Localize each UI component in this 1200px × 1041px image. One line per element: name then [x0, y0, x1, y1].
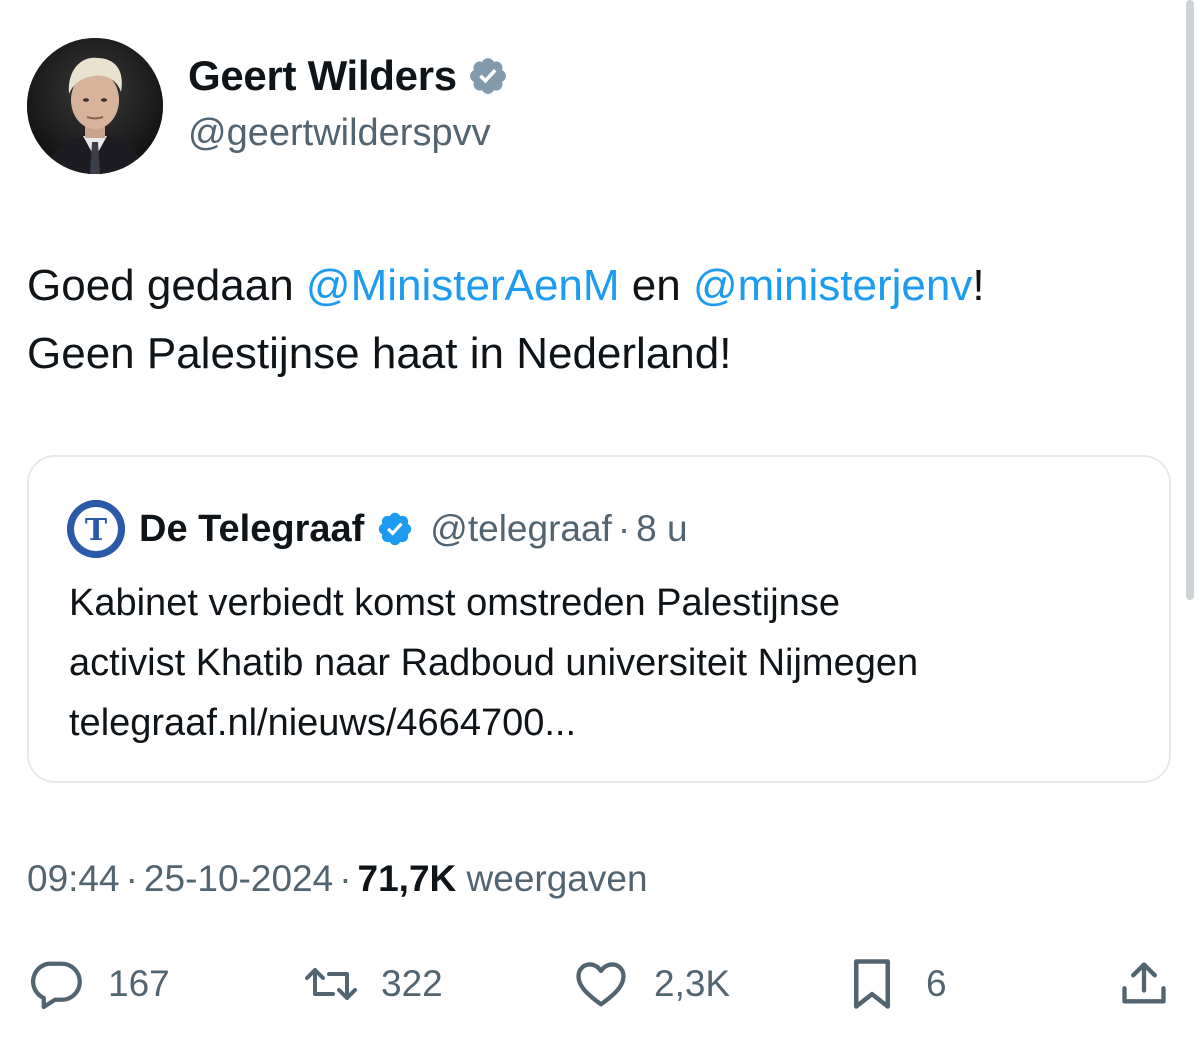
scrollbar-thumb[interactable]: [1186, 0, 1194, 600]
avatar[interactable]: [27, 38, 163, 174]
grey-verified-badge-icon[interactable]: [467, 55, 509, 97]
blue-verified-badge-icon: [376, 510, 414, 548]
quoted-link[interactable]: telegraaf.nl/nieuws/4664700...: [69, 693, 1149, 753]
meta-separator: ·: [125, 858, 138, 899]
views-count[interactable]: 71,7K: [358, 858, 457, 899]
tweet-line-1: Goed gedaan @MinisterAenM en @ministerje…: [27, 252, 1177, 320]
author-handle[interactable]: @geertwilderspvv: [188, 112, 491, 155]
views-label[interactable]: weergaven: [467, 858, 648, 899]
author-name-row[interactable]: Geert Wilders: [188, 50, 509, 102]
like-count: 2,3K: [654, 963, 731, 1004]
repost-button[interactable]: 322: [303, 958, 443, 1010]
bookmark-icon: [848, 957, 896, 1011]
repost-icon: [303, 960, 359, 1008]
heart-icon: [574, 959, 628, 1009]
tweet-text-suffix: !: [972, 261, 985, 310]
quoted-author-name[interactable]: De Telegraaf: [139, 508, 364, 551]
share-icon: [1118, 958, 1170, 1010]
quoted-tweet-card[interactable]: T De Telegraaf @telegraaf · 8 u Kabinet …: [27, 455, 1171, 783]
tweet-meta: 09:44 · 25-10-2024 · 71,7K weergaven: [27, 858, 648, 900]
quoted-separator: ·: [617, 508, 631, 549]
telegraaf-logo-icon[interactable]: T: [67, 500, 125, 558]
tweet-line-2: Geen Palestijnse haat in Nederland!: [27, 329, 732, 378]
quoted-author-handle[interactable]: @telegraaf: [430, 508, 612, 550]
tweet-text-prefix: Goed gedaan: [27, 261, 306, 310]
reply-count: 167: [108, 963, 170, 1004]
svg-text:T: T: [85, 513, 108, 548]
mention-link-minister-jenv[interactable]: @ministerjenv: [693, 261, 972, 310]
reply-icon: [28, 959, 82, 1009]
quoted-text-line-2: activist Khatib naar Radboud universitei…: [69, 642, 919, 684]
quoted-timestamp[interactable]: 8 u: [636, 508, 687, 550]
quoted-tweet-body: Kabinet verbiedt komst omstreden Palesti…: [69, 573, 1149, 753]
author-display-name[interactable]: Geert Wilders: [188, 52, 457, 100]
tweet-text: Goed gedaan @MinisterAenM en @ministerje…: [27, 252, 1177, 388]
reply-button[interactable]: 167: [28, 958, 170, 1010]
share-button[interactable]: [1118, 958, 1170, 1010]
quoted-text-line-1: Kabinet verbiedt komst omstreden Palesti…: [69, 582, 840, 624]
meta-separator: ·: [339, 858, 352, 899]
tweet-actions: 167 322 2,3K 6: [0, 958, 1200, 1010]
bookmark-button[interactable]: 6: [848, 958, 947, 1010]
like-button[interactable]: 2,3K: [574, 958, 730, 1010]
bookmark-count: 6: [926, 963, 947, 1004]
tweet-text-middle: en: [619, 261, 693, 310]
mention-link-minister-aenm[interactable]: @MinisterAenM: [306, 261, 620, 310]
quoted-tweet-header: T De Telegraaf @telegraaf · 8 u: [67, 500, 688, 558]
repost-count: 322: [381, 963, 443, 1004]
tweet-time[interactable]: 09:44: [27, 858, 120, 899]
tweet-date[interactable]: 25-10-2024: [144, 858, 333, 899]
